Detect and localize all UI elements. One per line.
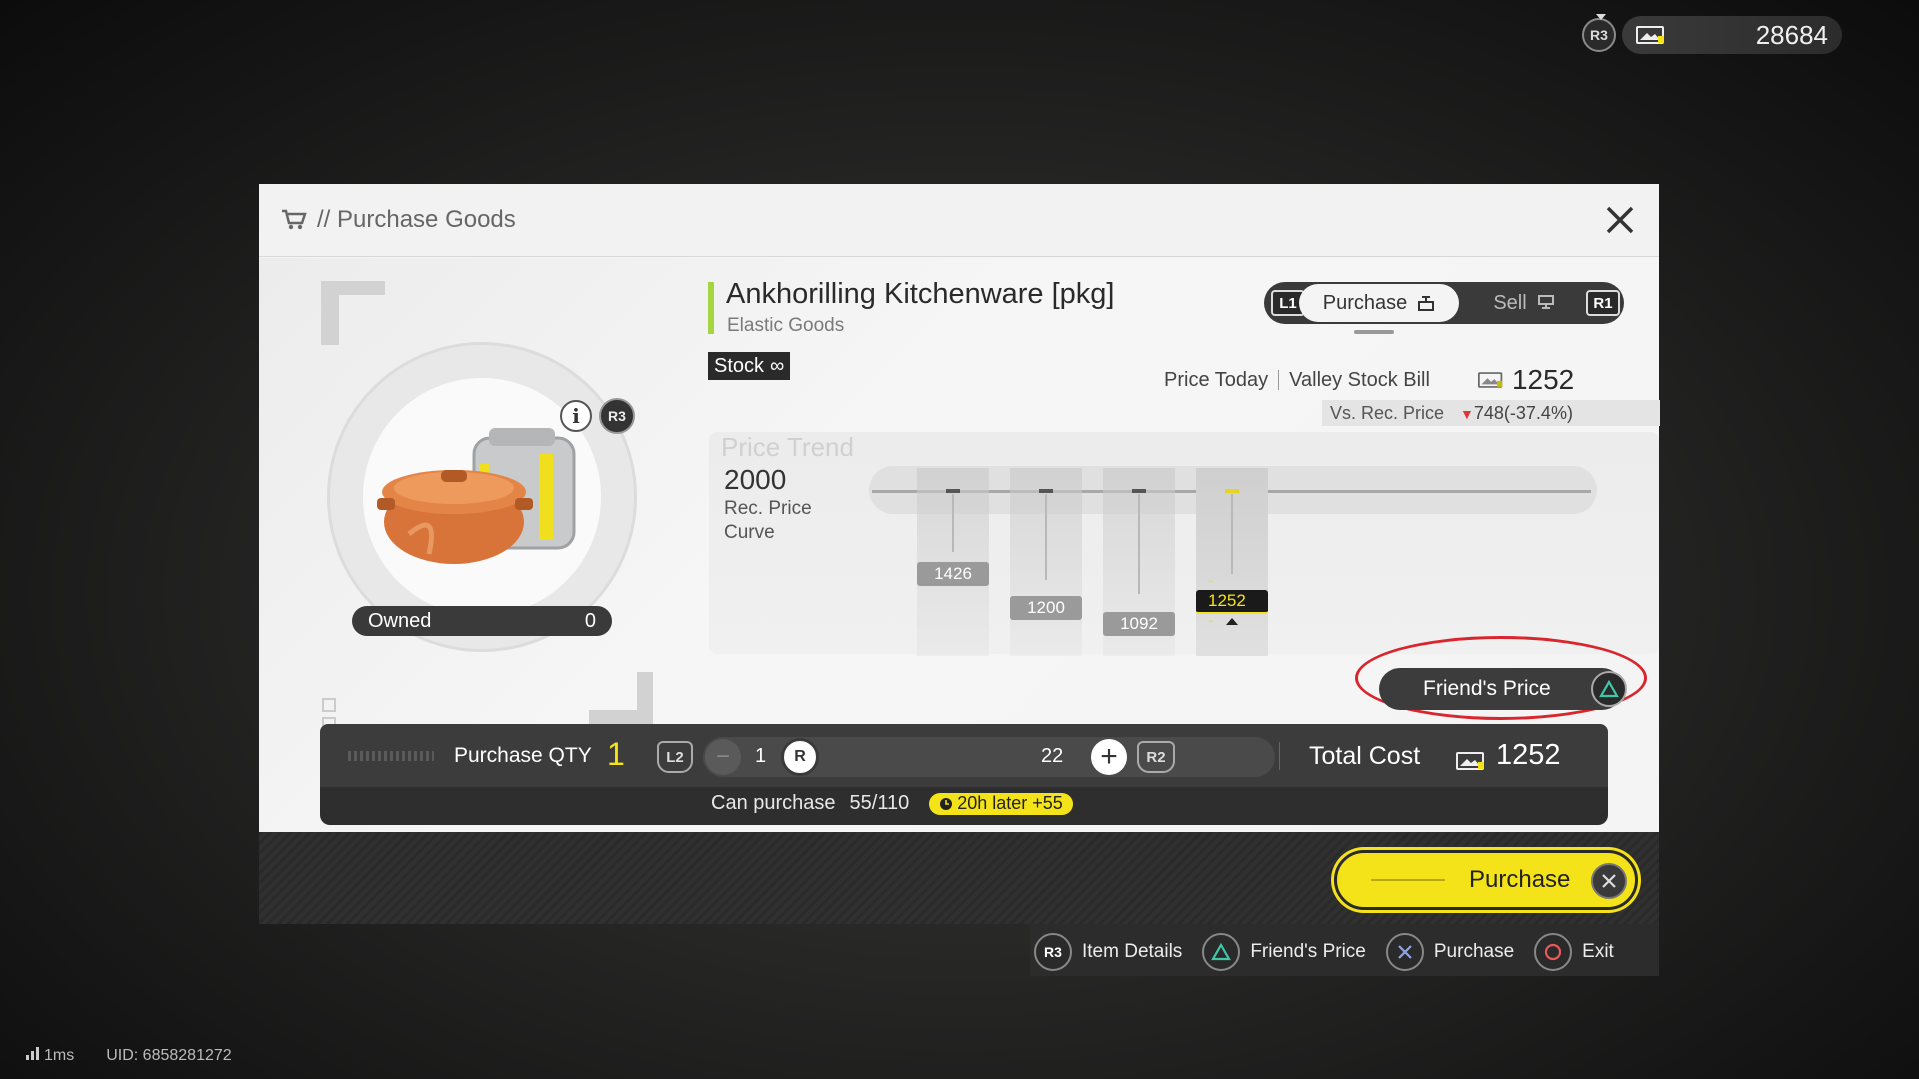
purchase-dialog: // Purchase Goods i R3 Owned 0 Ankhorill…: [259, 184, 1660, 832]
status-footer: 1ms UID: 6858281272: [26, 1046, 232, 1065]
slider-handle[interactable]: R: [781, 738, 819, 776]
tab-purchase-label: Purchase: [1322, 291, 1408, 314]
l2-button[interactable]: L2: [657, 741, 693, 773]
down-arrow-icon: ▼: [1460, 405, 1474, 422]
vs-rec-price-row: Vs. Rec. Price ▼748(-37.4%): [1322, 400, 1660, 426]
purchase-button[interactable]: Purchase: [1334, 850, 1638, 910]
owned-value: 0: [584, 609, 596, 632]
quantity-value: 1: [607, 736, 625, 772]
rec-price-value: 2000: [724, 464, 787, 495]
decrease-button[interactable]: −: [705, 739, 741, 775]
bill-label: Valley Stock Bill: [1289, 368, 1430, 391]
item-name: Ankhorilling Kitchenware [pkg]: [726, 278, 1115, 310]
button-hints: R3 Item Details Friend's Price Purchase …: [1034, 933, 1626, 971]
friends-price-label: Friend's Price: [1423, 677, 1551, 700]
stock-value: ∞: [770, 354, 785, 377]
currency-display: R3 28684: [1582, 14, 1842, 54]
tab-sell-label: Sell: [1493, 291, 1527, 314]
vs-rec-value: ▼748(-37.4%): [1460, 402, 1573, 423]
frame-corner: [589, 672, 653, 724]
tab-sell[interactable]: Sell: [1474, 284, 1574, 322]
purchase-button-label: Purchase: [1469, 866, 1571, 893]
stock-bill-icon: [1456, 746, 1486, 770]
price-today-row: Price Today Valley Stock Bill 1252: [1164, 364, 1574, 396]
stock-bill-icon: [1477, 371, 1504, 389]
decor-square: [322, 698, 336, 712]
cart-icon: [282, 209, 307, 230]
signal-icon: [26, 1046, 39, 1060]
kitchenware-icon: [377, 428, 576, 564]
item-category: Elastic Goods: [727, 315, 845, 336]
trend-tick: [946, 489, 960, 493]
tab-purchase[interactable]: Purchase: [1299, 284, 1459, 322]
item-details-badge[interactable]: R3: [599, 398, 635, 434]
purchase-tab-icon: [1418, 296, 1435, 311]
triangle-icon: [1202, 933, 1241, 971]
friends-price-button[interactable]: Friend's Price: [1379, 668, 1623, 710]
vs-rec-label: Vs. Rec. Price: [1330, 402, 1445, 423]
r3-currency-button[interactable]: R3: [1582, 14, 1616, 52]
dialog-title: // Purchase Goods: [281, 206, 516, 234]
price-today-label: Price Today: [1164, 368, 1269, 391]
close-icon[interactable]: [1602, 202, 1638, 238]
tab-indicator: [1354, 330, 1394, 334]
frame-corner: [321, 281, 385, 345]
total-cost: 1252: [1456, 739, 1561, 772]
trend-value-label: 1092: [1103, 612, 1175, 636]
trend-value-label: 1426: [917, 562, 989, 586]
slider-max-value: 22: [1041, 745, 1064, 767]
latency-indicator: 1ms: [26, 1046, 74, 1065]
cross-icon: [1591, 863, 1627, 899]
trend-value-current: - 1252 -: [1196, 571, 1268, 630]
divider: [1279, 742, 1280, 770]
r1-button[interactable]: R1: [1586, 290, 1620, 316]
total-cost-value: 1252: [1496, 739, 1561, 771]
currency-pill: 28684: [1622, 16, 1842, 54]
refill-badge: 20h later +55: [929, 792, 1073, 815]
info-icon[interactable]: i: [560, 400, 592, 432]
triangle-icon[interactable]: [1591, 671, 1627, 707]
increase-button[interactable]: +: [1091, 739, 1127, 775]
hint-friends-price[interactable]: Friend's Price: [1202, 933, 1366, 971]
quantity-label: Purchase QTY: [454, 744, 592, 767]
trend-tick-current: [1225, 489, 1239, 493]
circle-icon: [1534, 933, 1573, 971]
stock-bill-icon: [1636, 25, 1666, 45]
trend-stem: [952, 494, 954, 552]
stock-badge: Stock ∞: [708, 352, 791, 380]
owned-counter: Owned 0: [352, 606, 612, 636]
total-cost-label: Total Cost: [1309, 742, 1421, 770]
trend-stem: [1138, 494, 1140, 594]
hint-purchase[interactable]: Purchase: [1385, 933, 1514, 971]
owned-label: Owned: [368, 609, 432, 632]
dialog-title-text: // Purchase Goods: [317, 206, 516, 233]
item-name-accent: [708, 282, 714, 334]
trend-stem: [1045, 494, 1047, 580]
r2-button[interactable]: R2: [1137, 741, 1175, 773]
cross-icon: [1385, 933, 1424, 971]
can-purchase-value: 55/110: [849, 792, 910, 814]
trend-tick: [1039, 489, 1053, 493]
hint-exit[interactable]: Exit: [1534, 933, 1614, 971]
clock-icon: [940, 797, 953, 810]
r3-icon: R3: [1034, 933, 1072, 971]
slider-min-value: 1: [755, 745, 767, 767]
trend-value-label: 1200: [1010, 596, 1082, 620]
trend-tick: [1132, 489, 1146, 493]
trend-stem: [1231, 494, 1233, 574]
rec-price-label: Rec. Price Curve: [724, 498, 812, 543]
purchase-limit-row: Can purchase 55/110 20h later +55: [711, 792, 1073, 815]
currency-amount: 28684: [1755, 19, 1828, 50]
sell-tab-icon: [1537, 295, 1554, 309]
decor-dots: [348, 751, 434, 761]
hint-item-details[interactable]: R3 Item Details: [1034, 933, 1182, 971]
uid-label: UID: 6858281272: [106, 1046, 232, 1064]
price-trend-title: Price Trend: [721, 432, 854, 462]
price-today-value: 1252: [1511, 364, 1575, 395]
can-purchase-label: Can purchase: [711, 792, 836, 814]
stock-label: Stock: [714, 354, 765, 377]
current-marker-icon: [1226, 618, 1238, 625]
